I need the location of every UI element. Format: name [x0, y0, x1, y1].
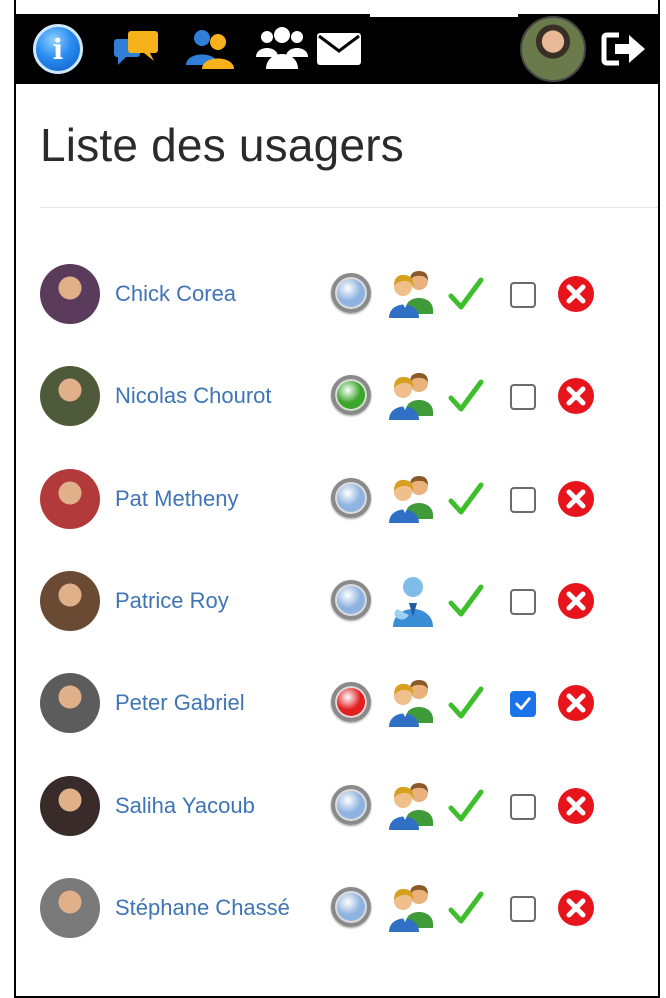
- user-avatar: [40, 570, 100, 631]
- user-row: Peter Gabriel: [0, 667, 660, 737]
- admin-icon[interactable]: [383, 573, 439, 629]
- page-title: Liste des usagers: [40, 119, 404, 171]
- delete-user-icon[interactable]: [557, 889, 595, 927]
- chat-icon: [114, 31, 158, 65]
- user-row: Stéphane Chassé: [0, 872, 660, 942]
- user-row: Chick Corea: [0, 258, 660, 328]
- status-indicator-icon: [331, 477, 371, 518]
- users-icon: [186, 30, 234, 69]
- select-user-checkbox[interactable]: [510, 691, 536, 718]
- status-indicator-icon: [331, 682, 371, 723]
- user-avatar: [40, 366, 100, 427]
- logout-icon: [601, 32, 645, 66]
- group-icon: [256, 27, 308, 69]
- verified-check-icon: [448, 788, 484, 824]
- select-user-checkbox[interactable]: [510, 282, 536, 308]
- group-icon[interactable]: [383, 880, 439, 936]
- mail-button[interactable]: [314, 14, 364, 84]
- select-user-checkbox[interactable]: [510, 384, 536, 411]
- user-avatar: [40, 673, 100, 734]
- select-user-checkbox[interactable]: [510, 793, 536, 820]
- delete-user-icon[interactable]: [557, 275, 595, 313]
- title-divider: [40, 207, 658, 208]
- verified-check-icon: [448, 685, 484, 721]
- select-user-checkbox[interactable]: [510, 895, 536, 922]
- mail-icon: [317, 33, 361, 65]
- delete-user-icon[interactable]: [557, 787, 595, 825]
- navbar-gap: [370, 14, 518, 17]
- user-name-link[interactable]: Patrice Roy: [115, 588, 229, 614]
- user-name-link[interactable]: Pat Metheny: [115, 486, 239, 512]
- user-avatar: [40, 877, 100, 938]
- user-avatar: [40, 468, 100, 529]
- group-icon[interactable]: [383, 368, 439, 424]
- messages-button[interactable]: [108, 14, 164, 84]
- group-button[interactable]: [254, 14, 310, 84]
- user-row: Patrice Roy: [0, 565, 660, 635]
- group-icon[interactable]: [383, 266, 439, 322]
- verified-check-icon: [448, 378, 484, 414]
- status-indicator-icon: [331, 784, 371, 825]
- verified-check-icon: [448, 583, 484, 619]
- group-icon[interactable]: [383, 778, 439, 834]
- delete-user-icon[interactable]: [557, 684, 595, 722]
- info-glyph: i: [52, 32, 64, 66]
- status-indicator-icon: [331, 375, 371, 416]
- user-name-link[interactable]: Nicolas Chourot: [115, 383, 272, 409]
- group-icon[interactable]: [383, 471, 439, 527]
- user-avatar: [40, 264, 100, 324]
- verified-check-icon: [448, 276, 484, 312]
- profile-avatar: [520, 16, 586, 82]
- info-button[interactable]: i: [30, 14, 86, 84]
- verified-check-icon: [448, 890, 484, 926]
- user-name-link[interactable]: Chick Corea: [115, 281, 236, 307]
- user-name-link[interactable]: Stéphane Chassé: [115, 895, 290, 921]
- delete-user-icon[interactable]: [557, 480, 595, 518]
- users-button[interactable]: [182, 14, 238, 84]
- info-icon: i: [33, 24, 83, 74]
- user-row: Nicolas Chourot: [0, 360, 660, 430]
- logout-button[interactable]: [596, 14, 654, 84]
- select-user-checkbox[interactable]: [510, 588, 536, 615]
- user-row: Saliha Yacoub: [0, 770, 660, 840]
- user-row: Pat Metheny: [0, 463, 660, 533]
- verified-check-icon: [448, 481, 484, 517]
- delete-user-icon[interactable]: [557, 377, 595, 415]
- group-icon[interactable]: [383, 675, 439, 731]
- user-name-link[interactable]: Saliha Yacoub: [115, 793, 255, 819]
- status-indicator-icon: [331, 273, 371, 313]
- select-user-checkbox[interactable]: [510, 486, 536, 513]
- delete-user-icon[interactable]: [557, 582, 595, 620]
- user-name-link[interactable]: Peter Gabriel: [115, 690, 245, 716]
- user-avatar: [40, 775, 100, 836]
- profile-button[interactable]: [520, 14, 586, 84]
- status-indicator-icon: [331, 886, 371, 927]
- top-navbar: i: [16, 14, 658, 84]
- status-indicator-icon: [331, 579, 371, 620]
